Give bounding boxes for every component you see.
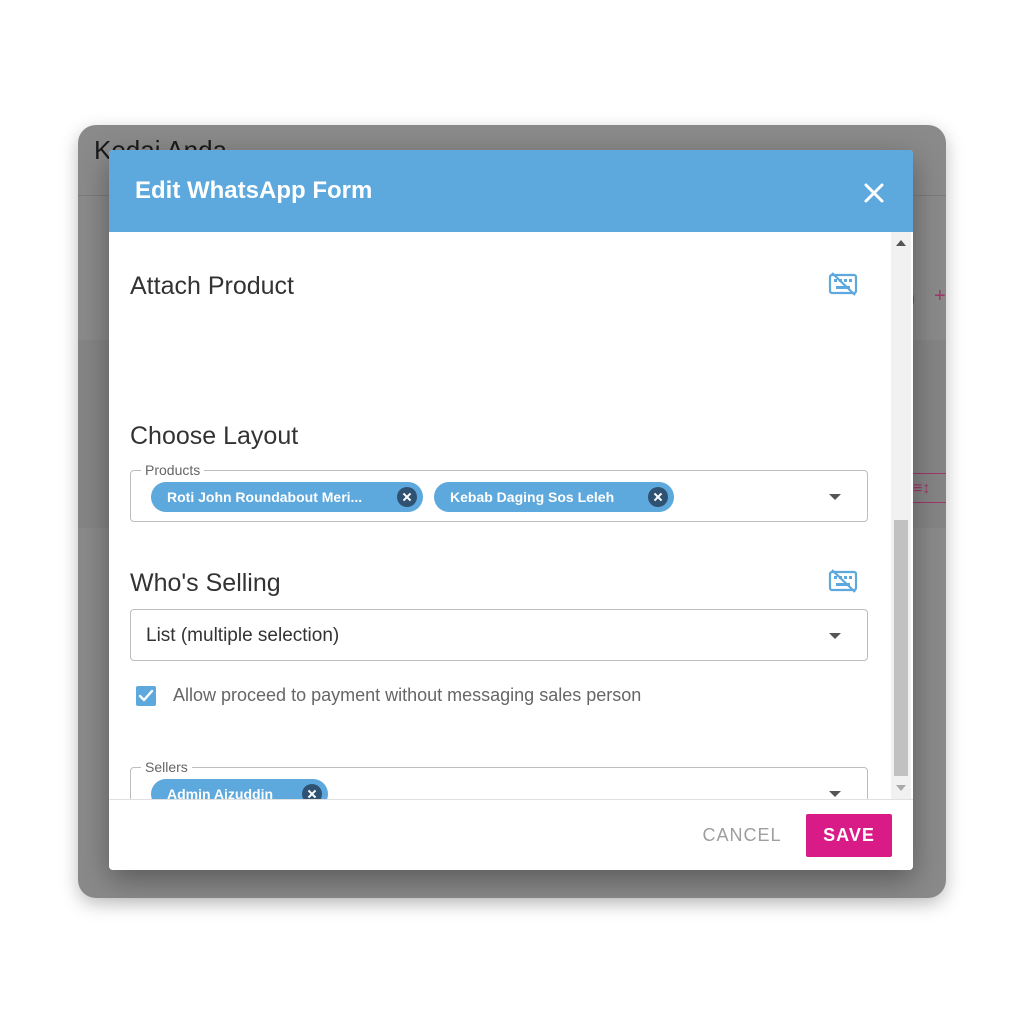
products-field-label: Products <box>141 462 205 478</box>
edit-whatsapp-form-dialog: Edit WhatsApp Form Attach Product Produc… <box>109 150 913 870</box>
scroll-up-icon[interactable] <box>896 240 906 246</box>
scroll-down-icon[interactable] <box>896 785 906 791</box>
choose-layout-heading: Choose Layout <box>130 422 299 450</box>
remove-chip-icon[interactable] <box>648 487 668 507</box>
screen: Kedai Anda ) + ≡↕ Edit WhatsApp Form Att… <box>0 0 1024 1024</box>
keyboard-off-icon[interactable] <box>828 568 858 594</box>
checkmark-icon <box>138 689 154 702</box>
seller-chip: Admin Aizuddin <box>151 779 328 799</box>
allow-payment-checkbox[interactable] <box>136 686 156 706</box>
scrollbar-thumb[interactable] <box>894 520 908 776</box>
chevron-down-icon[interactable] <box>829 494 841 500</box>
keyboard-off-icon[interactable] <box>828 271 858 297</box>
close-icon[interactable] <box>859 178 889 208</box>
dialog-header: Edit WhatsApp Form <box>109 150 913 232</box>
product-chip-label: Roti John Roundabout Meri... <box>167 489 363 505</box>
save-button[interactable]: SAVE <box>806 814 892 857</box>
product-chip: Kebab Daging Sos Leleh <box>434 482 674 512</box>
dialog-body: Attach Product Products Roti John Rounda… <box>109 232 913 799</box>
allow-payment-label: Allow proceed to payment without messagi… <box>173 685 642 705</box>
product-chip-label: Kebab Daging Sos Leleh <box>450 489 615 505</box>
chevron-down-icon[interactable] <box>829 633 841 639</box>
cancel-button[interactable]: CANCEL <box>692 815 792 855</box>
remove-chip-icon[interactable] <box>302 784 322 799</box>
products-select-box[interactable]: Products Roti John Roundabout Meri... Ke… <box>130 462 868 522</box>
attach-product-heading: Attach Product <box>130 272 294 300</box>
scrollbar[interactable] <box>891 232 911 799</box>
layout-select[interactable]: List (multiple selection) <box>130 609 868 661</box>
seller-chip-label: Admin Aizuddin <box>167 786 274 799</box>
chevron-down-icon[interactable] <box>829 791 841 797</box>
sellers-field-label: Sellers <box>141 759 192 775</box>
product-chip: Roti John Roundabout Meri... <box>151 482 423 512</box>
remove-chip-icon[interactable] <box>397 487 417 507</box>
layout-selected-value: List (multiple selection) <box>146 625 340 646</box>
sellers-select[interactable]: Sellers Admin Aizuddin <box>130 759 868 799</box>
dialog-title: Edit WhatsApp Form <box>135 177 373 204</box>
whos-selling-heading: Who's Selling <box>130 569 281 597</box>
background-plus-icon: + <box>934 285 946 307</box>
dialog-footer: CANCEL SAVE <box>109 799 913 870</box>
